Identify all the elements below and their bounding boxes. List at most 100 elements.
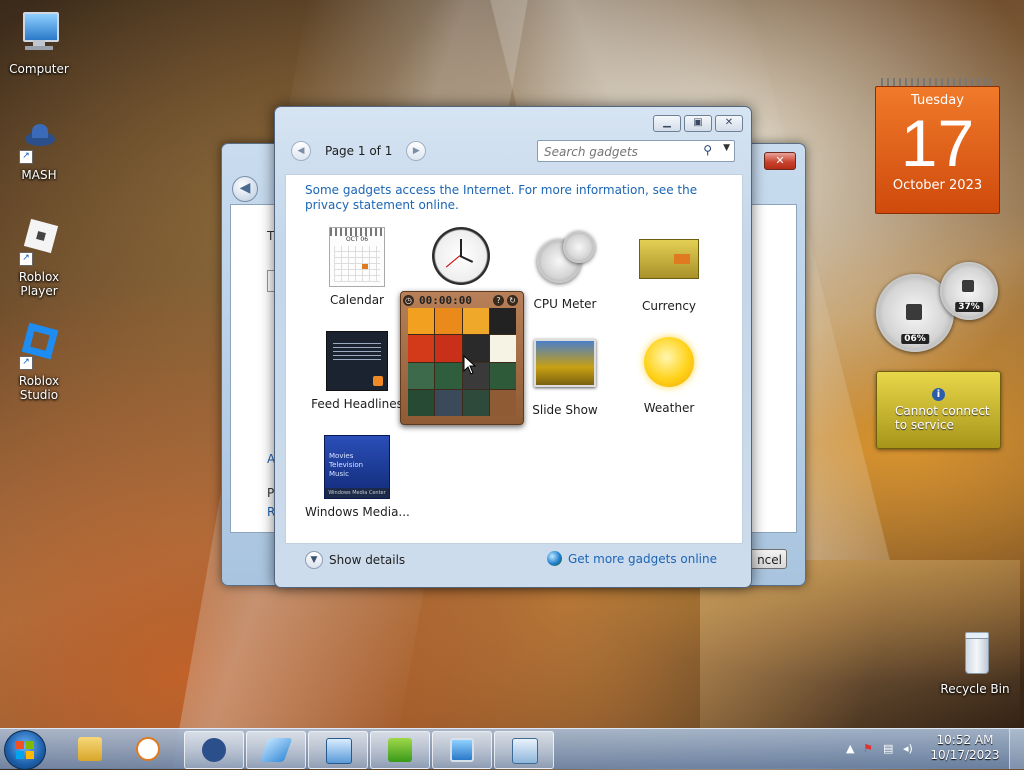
restore-button[interactable]: ▣: [684, 115, 712, 132]
gadget-slide-show[interactable]: Slide Show: [513, 331, 617, 417]
puzzle-tile[interactable]: [462, 389, 489, 416]
back-arrow-icon[interactable]: ◀: [232, 176, 258, 202]
next-page-button[interactable]: ▶: [406, 141, 427, 161]
desktop-icon-label: Recycle Bin: [940, 682, 1010, 696]
info-icon: i: [932, 388, 945, 401]
calendar-gadget[interactable]: Tuesday 17 October 2023: [875, 78, 1000, 214]
taskbar-checkmark[interactable]: [370, 731, 430, 769]
show-details-toggle[interactable]: ▼ Show details: [305, 551, 405, 569]
paper-plane-icon: [259, 738, 293, 762]
gallery-footer: ▼ Show details Get more gadgets online: [285, 545, 741, 579]
currency-gadget[interactable]: i Cannot connect to service: [876, 371, 1001, 449]
desktop-icon-recycle-bin[interactable]: Recycle Bin: [937, 630, 1013, 696]
puzzle-tile[interactable]: [408, 362, 435, 389]
taskbar-computer[interactable]: [432, 731, 492, 769]
minimize-button[interactable]: ▁: [653, 115, 681, 132]
computer-icon: [450, 738, 474, 762]
chevron-down-icon[interactable]: ▼: [723, 143, 730, 153]
clock-icon: [432, 227, 490, 285]
search-box[interactable]: ⚲ ▼: [537, 140, 735, 162]
currency-error-message: Cannot connect to service: [895, 404, 990, 432]
computer-icon: [15, 10, 63, 58]
picture-puzzle-gadget[interactable]: ◷ 00:00:00 ? ↻: [400, 291, 524, 425]
puzzle-empty-tile: [489, 389, 516, 416]
get-more-label: Get more gadgets online: [567, 551, 717, 566]
calendar-month-year: October 2023: [892, 178, 983, 193]
taskbar-control-panel[interactable]: [308, 731, 368, 769]
calendar-page: Tuesday 17 October 2023: [875, 86, 1000, 214]
cpu-reading: 06%: [901, 334, 929, 344]
checkmark-icon: [388, 738, 412, 762]
weather-icon: [644, 337, 694, 387]
puzzle-tile[interactable]: [435, 308, 462, 335]
calendar-icon: OCT 06: [329, 227, 385, 287]
desktop-icon-roblox-studio[interactable]: ↗ Roblox Studio: [1, 322, 77, 402]
get-more-gadgets-link[interactable]: Get more gadgets online: [546, 551, 717, 566]
volume-icon[interactable]: ◂): [903, 742, 913, 755]
gadget-clock[interactable]: [409, 227, 513, 291]
show-desktop-button[interactable]: [1009, 729, 1024, 769]
puzzle-tile[interactable]: [435, 335, 462, 362]
roblox-studio-icon: ↗: [15, 322, 63, 370]
gadget-name: Calendar: [330, 293, 384, 307]
network-icon[interactable]: ▤: [883, 742, 893, 755]
media-thumb-line: Music: [329, 470, 349, 478]
previous-page-button[interactable]: ◀: [291, 141, 311, 161]
taskbar-media-player[interactable]: [119, 731, 177, 767]
taskbar-window[interactable]: [494, 731, 554, 769]
taskbar-mash[interactable]: [184, 731, 244, 769]
windows-logo-icon: [16, 741, 34, 759]
search-icon[interactable]: ⚲: [703, 143, 712, 157]
puzzle-timer-icon[interactable]: ◷: [403, 295, 414, 306]
close-button[interactable]: ✕: [715, 115, 743, 132]
memory-icon: [962, 280, 974, 292]
recycle-bin-icon: [951, 630, 999, 678]
shortcut-arrow-icon: ↗: [19, 150, 33, 164]
puzzle-tile[interactable]: [408, 308, 435, 335]
desktop-icon-computer[interactable]: Computer: [1, 10, 77, 76]
puzzle-grid[interactable]: [408, 308, 516, 416]
calendar-day-number: 17: [900, 106, 975, 180]
chevron-down-icon: ▼: [305, 551, 323, 569]
desktop-icon-label: Roblox Player: [18, 270, 60, 298]
clock-date: 10/17/2023: [930, 748, 1000, 762]
taskbar-clock[interactable]: 10:52 AM 10/17/2023: [930, 733, 1000, 763]
gadget-weather[interactable]: Weather: [617, 331, 721, 415]
puzzle-tile[interactable]: [435, 362, 462, 389]
puzzle-timer: 00:00:00: [419, 294, 472, 307]
internet-info-link[interactable]: Some gadgets access the Internet. For mo…: [305, 183, 725, 213]
help-icon[interactable]: ?: [493, 295, 504, 306]
mash-icon: [202, 738, 226, 762]
gadget-name: Currency: [641, 299, 697, 313]
taskbar-paper-plane[interactable]: [246, 731, 306, 769]
search-input[interactable]: [542, 142, 696, 161]
puzzle-tile[interactable]: [489, 335, 516, 362]
gadget-cpu-meter[interactable]: CPU Meter: [513, 227, 617, 311]
puzzle-tile[interactable]: [489, 362, 516, 389]
puzzle-tile[interactable]: [462, 308, 489, 335]
show-hidden-icons-icon[interactable]: ▲: [846, 742, 854, 755]
cpu-meter-icon: [533, 227, 597, 291]
taskbar: ▲ ⚑ ▤ ◂) 10:52 AM 10/17/2023: [0, 728, 1024, 770]
gadget-feed-headlines[interactable]: Feed Headlines: [305, 331, 409, 411]
close-button[interactable]: ✕: [764, 152, 796, 170]
cpu-meter-gadget[interactable]: 06% 37%: [876, 262, 1000, 352]
gadget-windows-media-center[interactable]: Movies Television Music Windows Media Ce…: [305, 435, 410, 519]
puzzle-tile[interactable]: [408, 335, 435, 362]
slideshow-icon: [534, 339, 596, 387]
taskbar-explorer[interactable]: [61, 731, 119, 767]
puzzle-tile[interactable]: [435, 389, 462, 416]
gadget-currency[interactable]: Currency: [617, 227, 721, 313]
desktop-icon-mash[interactable]: ↗ MASH: [1, 116, 77, 182]
mash-icon: ↗: [15, 116, 63, 164]
memory-gauge: 37%: [940, 262, 998, 320]
start-button[interactable]: [4, 730, 46, 770]
desktop-icon-label: MASH: [21, 168, 57, 182]
puzzle-tile[interactable]: [408, 389, 435, 416]
shuffle-icon[interactable]: ↻: [507, 295, 518, 306]
desktop-icon-roblox-player[interactable]: ↗ Roblox Player: [1, 218, 77, 298]
puzzle-tile[interactable]: [489, 308, 516, 335]
roblox-icon: ↗: [15, 218, 63, 266]
gadget-calendar[interactable]: OCT 06 Calendar: [305, 227, 409, 307]
action-center-flag-icon[interactable]: ⚑: [863, 742, 873, 755]
